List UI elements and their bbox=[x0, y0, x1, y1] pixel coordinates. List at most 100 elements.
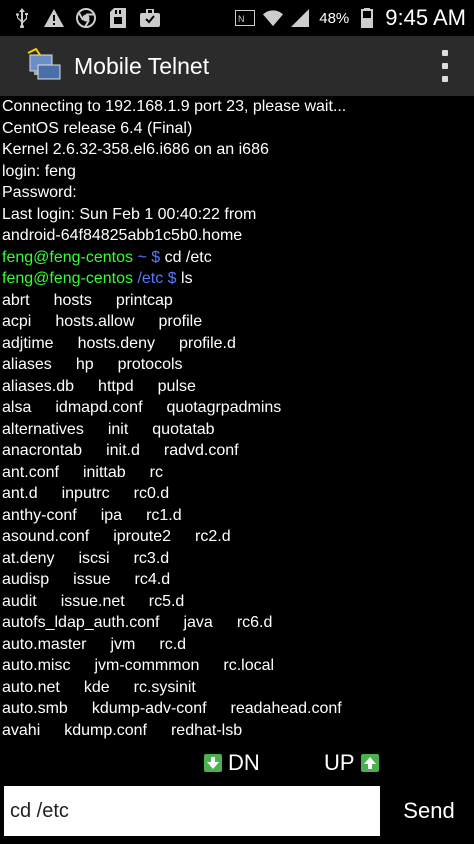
ls-entry: rc.local bbox=[223, 657, 275, 674]
ls-entry: acpi bbox=[2, 313, 32, 330]
ls-entry: rc bbox=[149, 463, 163, 481]
clock: 9:45 AM bbox=[385, 5, 466, 30]
ls-entry: redhat-lsb bbox=[170, 721, 243, 739]
command-input[interactable] bbox=[4, 786, 380, 836]
ls-entry: asound.conf bbox=[2, 528, 90, 545]
ls-entry: issue.net bbox=[60, 592, 125, 610]
ls-entry: jvm-commmon bbox=[94, 657, 200, 674]
ls-entry: auto.master bbox=[2, 635, 87, 653]
ls-entry: hosts.allow bbox=[55, 313, 135, 330]
ls-entry: protocols bbox=[117, 356, 183, 373]
ls-entry: httpd bbox=[98, 377, 134, 395]
ls-entry: jvm bbox=[110, 635, 136, 653]
ls-row: auto.smb kdump-adv-conf readahead.conf bbox=[0, 698, 474, 720]
ls-entry: alsa bbox=[2, 399, 32, 416]
ls-entry: pulse bbox=[157, 377, 196, 395]
ls-entry: at.deny bbox=[2, 549, 55, 567]
app-title: Mobile Telnet bbox=[74, 52, 210, 79]
ls-entry: inittab bbox=[82, 463, 126, 481]
ls-entry: hosts bbox=[53, 291, 92, 309]
ls-row: auto.misc jvm-commmon rc.local bbox=[0, 655, 474, 677]
ls-row: aliases.db httpd pulse bbox=[0, 376, 474, 398]
ls-row: anthy-conf ipa rc1.d bbox=[0, 505, 474, 527]
ls-entry: rc5.d bbox=[148, 592, 185, 610]
arrow-up-icon bbox=[360, 754, 379, 772]
ls-row: autofs_ldap_auth.conf java rc6.d bbox=[0, 612, 474, 634]
ls-row: anacrontab init.d radvd.conf bbox=[0, 440, 474, 462]
ls-row: aliases hp protocols bbox=[0, 354, 474, 376]
ls-row: acpi hosts.allow profile bbox=[0, 311, 474, 333]
scroll-controls: DN UP bbox=[0, 744, 474, 780]
ls-row: audit issue.net rc5.d bbox=[0, 591, 474, 613]
terminal-line: Kernel 2.6.32-358.el6.i686 on an i686 bbox=[2, 141, 269, 158]
ls-entry: init.d bbox=[106, 442, 140, 459]
scroll-down-label: DN bbox=[228, 750, 260, 775]
shell-prompt: feng@feng-centos ~ $ cd /etc bbox=[0, 247, 474, 269]
ls-entry: rc1.d bbox=[146, 506, 182, 524]
ls-row: at.deny iscsi rc3.d bbox=[0, 548, 474, 570]
svg-text:N: N bbox=[238, 14, 245, 24]
sd-card-icon bbox=[108, 8, 128, 28]
prompt-command: ls bbox=[176, 270, 193, 287]
ls-row: ant.conf inittab rc bbox=[0, 462, 474, 484]
terminal-line: CentOS release 6.4 (Final) bbox=[2, 119, 193, 137]
ls-entry: issue bbox=[73, 571, 111, 588]
ls-entry: ant.conf bbox=[2, 463, 59, 481]
overflow-menu-icon[interactable] bbox=[442, 50, 450, 82]
ls-entry: anthy-conf bbox=[2, 506, 77, 524]
ls-row: abrt hosts printcap bbox=[0, 290, 474, 312]
prompt-user: feng@feng-centos bbox=[2, 248, 133, 266]
terminal-output[interactable]: Connecting to 192.168.1.9 port 23, pleas… bbox=[0, 96, 474, 744]
ls-entry: avahi bbox=[2, 721, 41, 739]
chrome-icon bbox=[76, 8, 96, 28]
prompt-path: /etc $ bbox=[133, 270, 177, 287]
ls-row: avahi kdump.conf redhat-lsb bbox=[0, 720, 474, 742]
ls-entry: aliases bbox=[2, 356, 52, 373]
briefcase-icon bbox=[140, 8, 160, 28]
warning-icon bbox=[44, 8, 64, 28]
ls-row: auto.net kde rc.sysinit bbox=[0, 677, 474, 699]
ls-entry: adjtime bbox=[2, 334, 54, 352]
ls-entry: auto.misc bbox=[2, 657, 71, 674]
ls-entry: rc0.d bbox=[133, 485, 170, 502]
ls-entry: auto.net bbox=[2, 678, 60, 696]
ls-entry: inputrc bbox=[61, 485, 110, 502]
action-bar: Mobile Telnet bbox=[0, 36, 474, 96]
battery-icon bbox=[357, 8, 377, 28]
terminal-line: Last login: Sun Feb 1 00:40:22 from bbox=[2, 205, 257, 223]
ls-entry: auto.smb bbox=[2, 700, 68, 717]
ls-entry: printcap bbox=[115, 291, 173, 309]
ls-entry: ipa bbox=[100, 506, 123, 524]
ls-entry: autofs_ldap_auth.conf bbox=[2, 614, 160, 631]
ls-entry: rc.sysinit bbox=[133, 678, 196, 696]
scroll-up-button[interactable]: UP bbox=[324, 750, 379, 776]
ls-row: alternatives init quotatab bbox=[0, 419, 474, 441]
ls-entry: hp bbox=[75, 356, 94, 373]
ls-entry: anacrontab bbox=[2, 442, 83, 459]
scroll-up-label: UP bbox=[324, 750, 355, 775]
ls-entry: iproute2 bbox=[113, 528, 172, 545]
ls-entry: rc4.d bbox=[134, 571, 171, 588]
ls-output: abrt hosts printcap acpi hosts.allow profile a… bbox=[0, 290, 474, 742]
ls-entry: rc2.d bbox=[195, 528, 231, 545]
ls-row: auto.master jvm rc.d bbox=[0, 634, 474, 656]
send-button[interactable]: Send bbox=[384, 786, 474, 836]
ls-entry: rc3.d bbox=[133, 549, 170, 567]
terminal-line: Connecting to 192.168.1.9 port 23, pleas… bbox=[2, 98, 347, 115]
command-bar: Send bbox=[0, 780, 474, 844]
ls-entry: readahead.conf bbox=[230, 700, 342, 717]
terminal-line: Password: bbox=[2, 184, 77, 201]
ls-entry: kde bbox=[83, 678, 110, 696]
ls-entry: alternatives bbox=[2, 420, 84, 438]
ls-entry: rc6.d bbox=[236, 614, 273, 631]
ls-row: asound.conf iproute2 rc2.d bbox=[0, 526, 474, 548]
status-bar: N 48% 9:45 AM bbox=[0, 0, 474, 36]
scroll-down-button[interactable]: DN bbox=[204, 750, 260, 776]
terminal-line: android-64f84825abb1c5b0.home bbox=[2, 227, 243, 244]
arrow-down-icon bbox=[204, 754, 222, 772]
prompt-path: ~ $ bbox=[133, 248, 161, 266]
ls-entry: radvd.conf bbox=[163, 442, 239, 459]
ls-entry: ant.d bbox=[2, 485, 38, 502]
ls-entry: init bbox=[107, 420, 129, 438]
ls-entry: java bbox=[183, 614, 213, 631]
